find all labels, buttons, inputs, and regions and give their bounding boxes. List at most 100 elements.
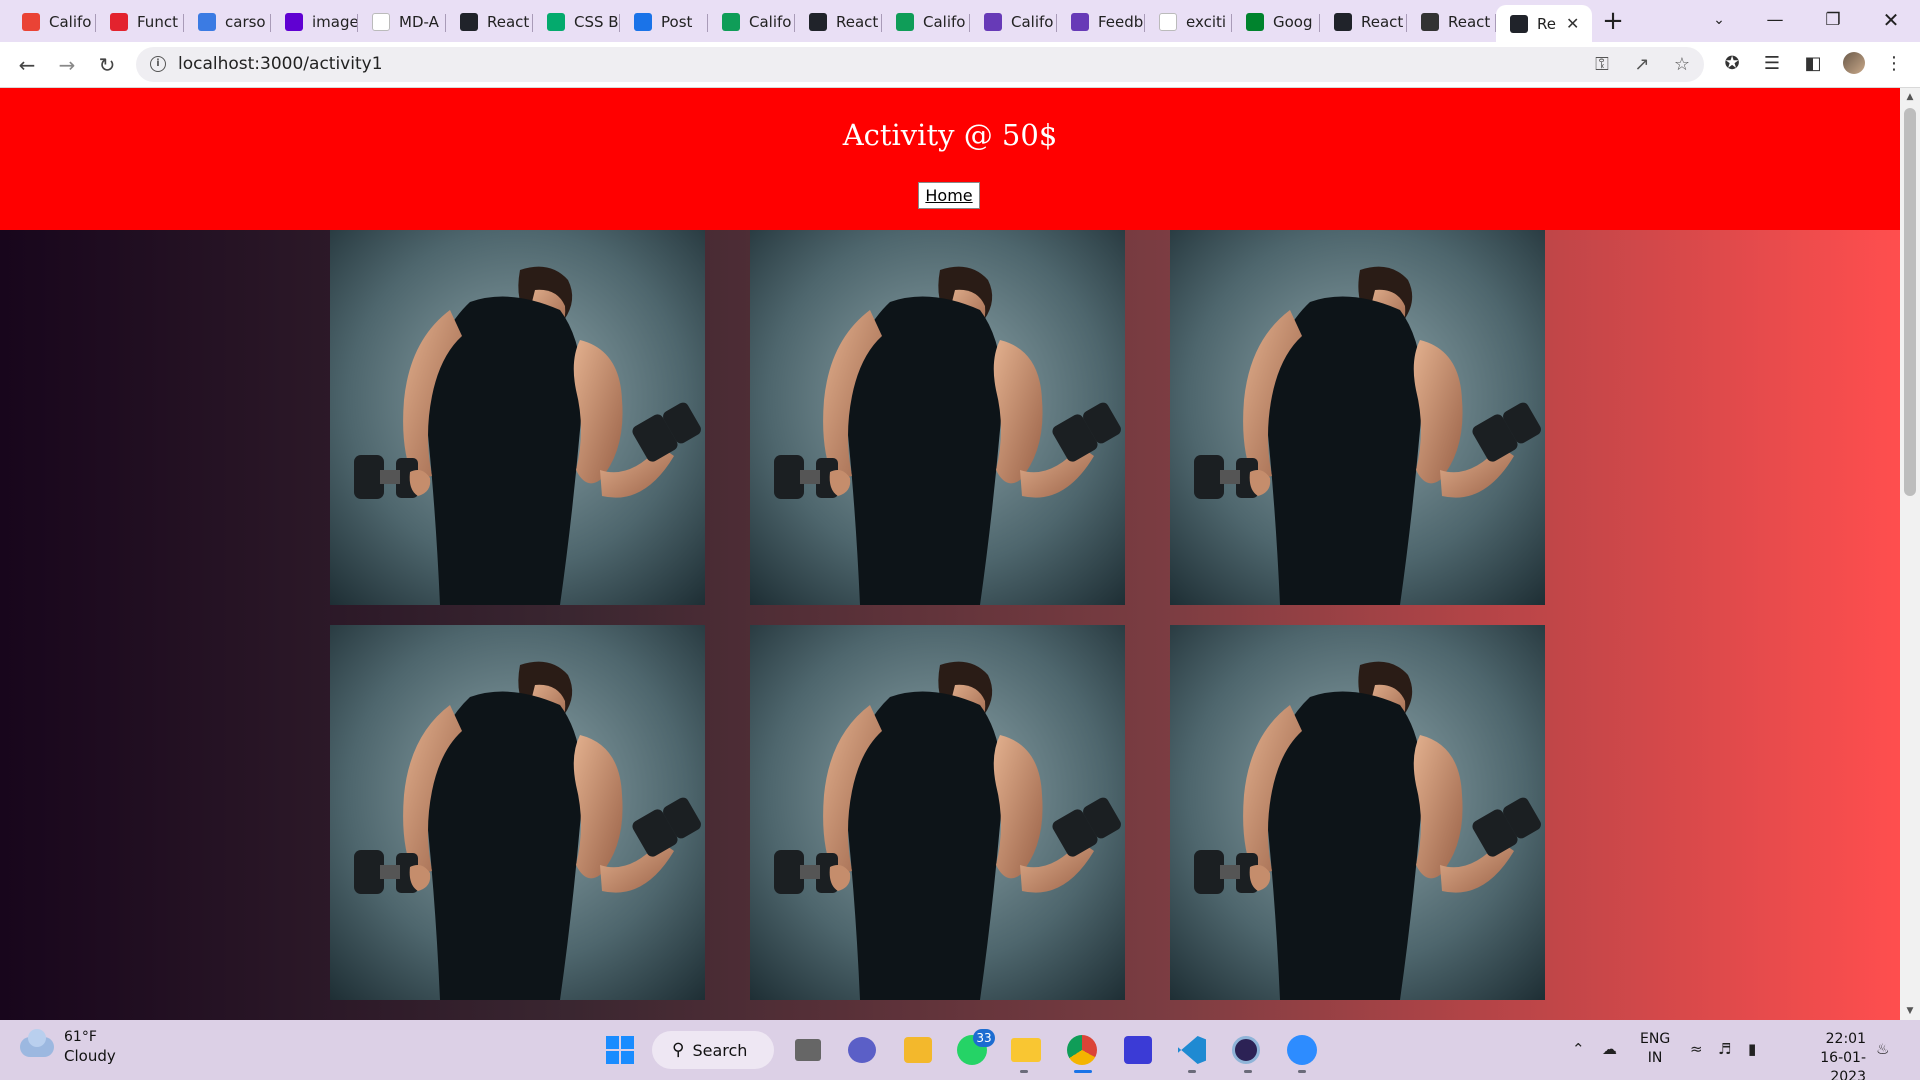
page-viewport: Activity @ 50$ Home [0,88,1900,1020]
browser-tab[interactable]: Re ✕ [1496,5,1592,42]
man-lifting-dumbbell-photo[interactable] [750,625,1125,1000]
zoom-icon[interactable] [1282,1030,1322,1070]
url-text[interactable]: localhost:3000/activity1 [178,54,383,74]
browser-tab[interactable]: Goog [1232,5,1320,39]
scroll-down-arrow-icon[interactable]: ▼ [1900,1002,1920,1020]
browser-tab-strip: Califo Funct carso image MD-A React CSS B Post C… [0,0,1920,42]
home-button[interactable]: Home [918,182,980,209]
man-lifting-dumbbell-photo[interactable] [750,230,1125,605]
search-label: Search [692,1040,748,1060]
show-hidden-icons-chevron[interactable]: ⌃ [1572,1040,1585,1058]
man-lifting-dumbbell-photo[interactable] [330,230,705,605]
language-indicator[interactable]: ENG IN [1640,1030,1670,1068]
tab-search-chevron-icon[interactable]: ⌄ [1692,0,1746,40]
volume-icon[interactable]: ♬ [1718,1040,1731,1058]
browser-tab[interactable]: Califo [970,5,1057,39]
microsoft-store-icon[interactable] [898,1030,938,1070]
minimize-button[interactable]: — [1748,0,1802,40]
language-code: ENG [1640,1031,1671,1047]
page-header: Activity @ 50$ Home [0,88,1900,230]
browser-tab[interactable]: carso [184,5,271,39]
browser-tab[interactable]: Funct [96,5,184,39]
browser-tab[interactable]: image [271,5,358,39]
yahoo-icon [285,13,303,31]
share-icon[interactable]: ↗ [1631,54,1653,75]
cloud-icon [20,1029,54,1057]
browser-tab[interactable]: React [1320,5,1407,39]
site-info-icon[interactable]: i [150,56,166,72]
browser-tab-label: React [1448,13,1491,31]
forward-arrow-icon[interactable]: → [52,50,82,80]
react-icon [1510,14,1528,33]
react-icon [809,13,827,31]
browser-tab-label: React [836,13,879,31]
browser-tab[interactable]: Feedb [1057,5,1145,39]
restore-button[interactable]: ❐ [1806,0,1860,40]
man-lifting-dumbbell-photo[interactable] [1170,230,1545,605]
man-lifting-dumbbell-photo[interactable] [1170,625,1545,1000]
chrome-icon[interactable] [1062,1030,1102,1070]
extensions-puzzle-icon[interactable]: ✪ [1719,51,1745,77]
browser-tab-label: Re [1537,14,1556,33]
new-tab-button[interactable]: + [1598,6,1628,36]
teams-chat-icon[interactable] [842,1030,882,1070]
wifi-icon[interactable]: ≈ [1690,1040,1703,1058]
whatsapp-unread-badge: 33 [973,1029,995,1047]
profile-avatar[interactable] [1843,52,1865,74]
browser-tab[interactable]: exciti [1145,5,1232,39]
address-bar[interactable]: i localhost:3000/activity1 ⚿ ↗ ☆ [136,47,1704,82]
page-title: Activity @ 50$ [842,118,1058,152]
taskbar-search[interactable]: ⚲ Search [652,1031,774,1069]
file-explorer-icon[interactable] [1006,1030,1046,1070]
browser-tab-label: Post [661,13,693,31]
browser-tab-label: React [1361,13,1404,31]
close-tab-icon[interactable]: ✕ [1566,14,1579,33]
reload-icon[interactable]: ↻ [92,50,122,80]
browser-tab-label: MD-A [399,13,439,31]
scrollbar-thumb[interactable] [1904,108,1916,496]
onedrive-cloud-icon[interactable]: ☁ [1602,1040,1617,1058]
browser-tab[interactable]: Post [620,5,708,39]
sheets-icon [722,13,740,31]
key-icon[interactable]: ⚿ [1591,54,1613,75]
vscode-icon[interactable] [1172,1030,1212,1070]
browser-tab-label: exciti [1186,13,1227,31]
system-clock[interactable]: 22:01 16-01-2023 [1790,1030,1866,1080]
browser-tab[interactable]: Califo [882,5,970,39]
browser-tab[interactable]: React [795,5,882,39]
clock-date: 16-01-2023 [1820,1050,1866,1080]
browser-tab[interactable]: MD-A [358,5,446,39]
browser-tab[interactable]: CSS B [533,5,620,39]
bookmark-star-icon[interactable]: ☆ [1671,54,1693,75]
browser-tab-label: carso [225,13,266,31]
blank-page-icon [1159,13,1177,31]
browser-tab-label: CSS B [574,13,619,31]
notification-bell-icon[interactable]: ♨ [1876,1040,1889,1058]
page-scrollbar[interactable]: ▲ ▼ [1900,88,1920,1020]
windows-start-icon[interactable] [600,1030,640,1070]
browser-tab[interactable]: Califo [8,5,96,39]
browser-tab[interactable]: React [1407,5,1496,39]
react-icon [460,13,478,31]
side-panel-icon[interactable]: ◧ [1800,51,1826,77]
back-arrow-icon[interactable]: ← [12,50,42,80]
clock-time: 22:01 [1825,1031,1866,1047]
browser-tab[interactable]: Califo [708,5,795,39]
weather-widget[interactable]: 61°F Cloudy [20,1028,116,1066]
menu-dots-icon[interactable]: ⋮ [1881,51,1907,77]
task-view-icon[interactable] [788,1030,828,1070]
eclipse-ide-icon[interactable] [1226,1030,1266,1070]
powerapps-icon[interactable] [1118,1030,1158,1070]
man-lifting-dumbbell-photo[interactable] [330,625,705,1000]
sheets-icon [896,13,914,31]
zoom-running-indicator [1298,1070,1306,1073]
w3schools-icon [547,13,565,31]
browser-tab-label: Feedb [1098,13,1144,31]
media-controls-icon[interactable]: ☰ [1759,51,1785,77]
browser-tab[interactable]: React [446,5,533,39]
zeplin-icon [634,13,652,31]
close-window-button[interactable]: ✕ [1864,0,1918,40]
scroll-up-arrow-icon[interactable]: ▲ [1900,88,1920,106]
forms-icon [984,13,1002,31]
battery-icon[interactable]: ▮ [1748,1040,1756,1058]
